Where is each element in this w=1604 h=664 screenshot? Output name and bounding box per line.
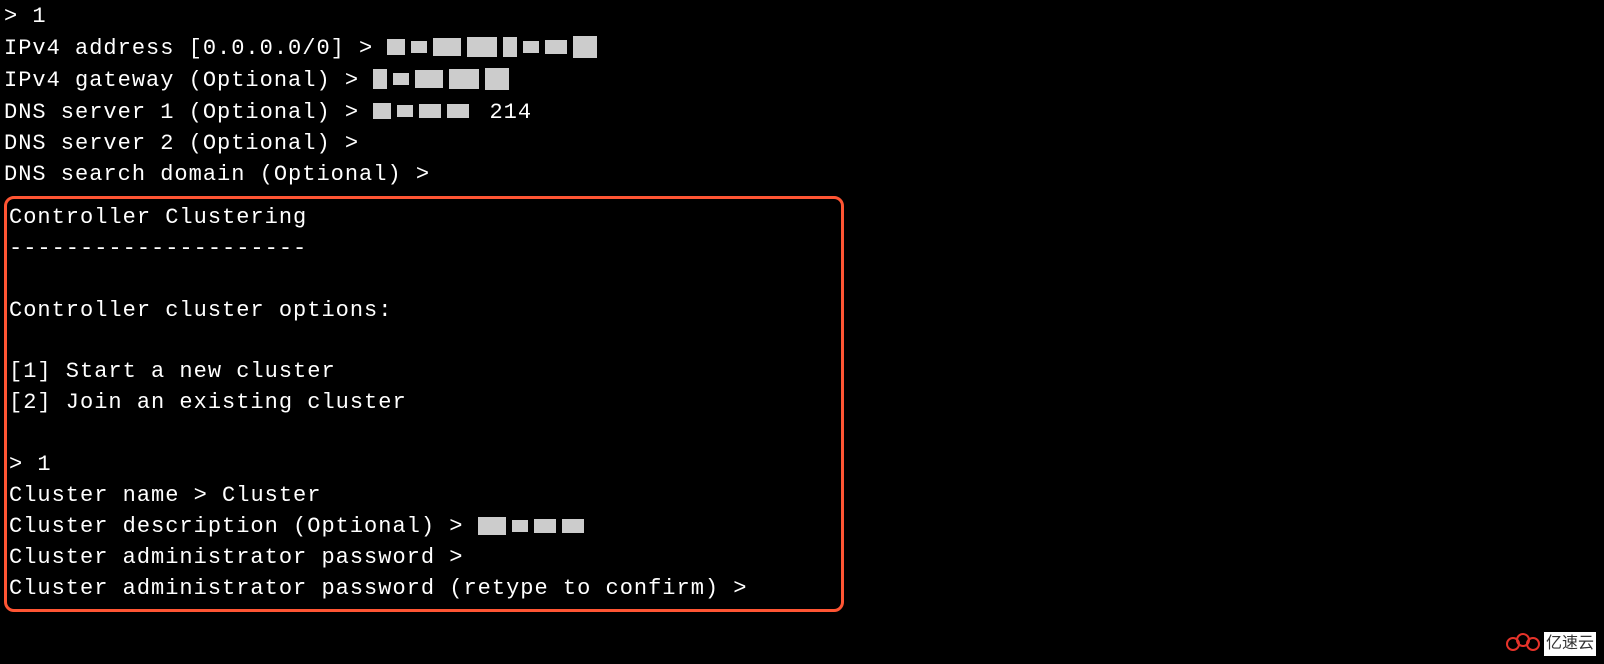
cluster-name-line[interactable]: Cluster name > Cluster [7,481,841,512]
clustering-title: Controller Clustering [7,203,841,234]
ipv4-gateway-line[interactable]: IPv4 gateway (Optional) > [4,65,1600,97]
ipv4-address-line[interactable]: IPv4 address [0.0.0.0/0] > [4,33,1600,65]
watermark-text: 亿速云 [1544,632,1596,656]
cluster-name-value: Cluster [222,483,321,508]
cluster-options-title: Controller cluster options: [7,296,841,327]
dns-search-line[interactable]: DNS search domain (Optional) > [4,160,1600,191]
clustering-section: Controller Clustering ------------------… [4,196,844,612]
redacted-cluster-desc [478,511,590,542]
cluster-name-label: Cluster name > [9,483,222,508]
dns1-label: DNS server 1 (Optional) > [4,100,373,125]
ipv4-address-label: IPv4 address [0.0.0.0/0] > [4,36,387,61]
clustering-divider: --------------------- [7,234,841,265]
terminal-output: > 1 IPv4 address [0.0.0.0/0] > IPv4 gate… [0,0,1604,614]
watermark-icon [1506,633,1540,655]
admin-pass-confirm-line[interactable]: Cluster administrator password (retype t… [7,574,841,605]
cluster-desc-line[interactable]: Cluster description (Optional) > [7,511,841,543]
cluster-desc-label: Cluster description (Optional) > [9,515,478,540]
redacted-ipv4-address [387,33,603,64]
cluster-option-1: [1] Start a new cluster [7,357,841,388]
redacted-ipv4-gateway [373,65,515,96]
blank-line [7,419,841,450]
redacted-dns1 [373,97,475,128]
blank-line [7,327,841,358]
blank-line [7,265,841,296]
dns1-value-suffix: 214 [475,100,532,125]
dns1-line[interactable]: DNS server 1 (Optional) > 214 [4,97,1600,129]
dns2-line[interactable]: DNS server 2 (Optional) > [4,129,1600,160]
admin-pass-line[interactable]: Cluster administrator password > [7,543,841,574]
cluster-option-2: [2] Join an existing cluster [7,388,841,419]
cluster-prompt-line[interactable]: > 1 [7,450,841,481]
ipv4-gateway-label: IPv4 gateway (Optional) > [4,68,373,93]
watermark: 亿速云 [1506,632,1596,656]
prompt-line[interactable]: > 1 [4,2,1600,33]
